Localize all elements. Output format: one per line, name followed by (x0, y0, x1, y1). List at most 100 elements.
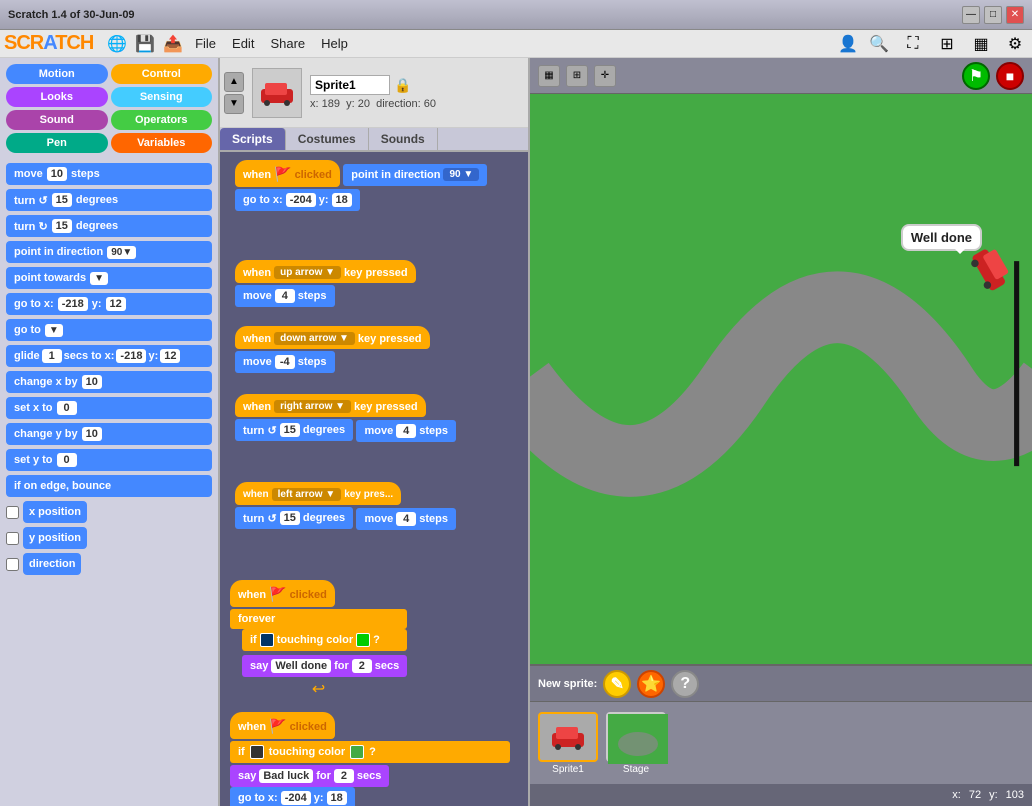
set-y-block[interactable]: set y to 0 (6, 449, 212, 471)
stop-button[interactable]: ■ (996, 62, 1024, 90)
point-direction-script-block[interactable]: point in direction 90 ▼ (343, 164, 487, 186)
block-list: move 10 steps turn ↺ 15 degrees turn ↻ 1… (0, 159, 218, 806)
sprite-nav-down[interactable]: ▼ (224, 94, 244, 114)
stage-sprite[interactable] (967, 249, 1017, 290)
say-block-2[interactable]: say Bad luck for 2 secs (230, 765, 389, 787)
search-icon[interactable]: 🔍 (866, 31, 892, 57)
direction-checkbox[interactable] (6, 558, 19, 571)
script-group-6: when 🚩 clicked forever if touching color… (230, 580, 407, 699)
turn-script-block-1[interactable]: turn ↺ 15 degrees (235, 419, 353, 441)
change-y-block[interactable]: change y by 10 (6, 423, 212, 445)
goto-xy-script-block-2[interactable]: go to x: -204 y: 18 (230, 787, 355, 806)
cat-operators-btn[interactable]: Operators (111, 110, 213, 130)
green-flag-button[interactable]: ⚑ (962, 62, 990, 90)
grid-icon[interactable]: ⊞ (934, 31, 960, 57)
layout-icon[interactable]: ▦ (968, 31, 994, 57)
tab-scripts[interactable]: Scripts (220, 128, 286, 150)
cat-pen-btn[interactable]: Pen (6, 133, 108, 153)
hat-block-4[interactable]: when right arrow ▼ key pressed (235, 394, 426, 417)
sprite-1-thumbnail (538, 712, 598, 762)
move-script-block-1[interactable]: move 4 steps (235, 285, 335, 307)
say-block-1[interactable]: say Well done for 2 secs (242, 655, 407, 677)
person-icon[interactable]: 👤 (838, 34, 858, 54)
set-x-block[interactable]: set x to 0 (6, 397, 212, 419)
bounce-block[interactable]: if on edge, bounce (6, 475, 212, 497)
cat-sound-btn[interactable]: Sound (6, 110, 108, 130)
new-sprite-surprise-btn[interactable]: ? (671, 670, 699, 698)
stage-medium-view-btn[interactable]: ⊞ (566, 65, 588, 87)
if-touching-color-block[interactable]: if touching color ? (242, 629, 407, 651)
globe-icon[interactable]: 🌐 (107, 34, 127, 54)
sprite-item-1[interactable]: Sprite1 (538, 712, 598, 775)
script-group-5: when left arrow ▼ key pres... turn ↺ 15 … (235, 482, 510, 532)
color-swatch-dark (260, 633, 274, 647)
stage-small-view-btn[interactable]: ▦ (538, 65, 560, 87)
close-button[interactable]: ✕ (1006, 6, 1024, 24)
hat-block-1[interactable]: when 🚩 clicked (235, 160, 340, 187)
menu-share[interactable]: Share (266, 34, 309, 53)
forever-block[interactable]: forever (230, 609, 407, 629)
minimize-button[interactable]: — (962, 6, 980, 24)
tab-costumes[interactable]: Costumes (286, 128, 369, 150)
stage-item[interactable]: Stage (606, 712, 666, 775)
maximize-button[interactable]: □ (984, 6, 1002, 24)
cat-control-btn[interactable]: Control (111, 64, 213, 84)
sprite-name-input[interactable] (310, 75, 390, 95)
point-towards-block[interactable]: point towards ▼ (6, 267, 212, 289)
lock-icon[interactable]: 🔒 (394, 77, 411, 94)
direction-block[interactable]: direction (23, 553, 81, 575)
cat-motion-btn[interactable]: Motion (6, 64, 108, 84)
stop-icon: ■ (1006, 68, 1014, 84)
sprite-x: 189 (322, 98, 340, 110)
y-position-checkbox[interactable] (6, 532, 19, 545)
stage-road-svg (530, 94, 1032, 664)
if-touching-color-block-2[interactable]: if touching color ? (230, 741, 510, 763)
settings-icon[interactable]: ⚙ (1002, 31, 1028, 57)
turn-cw-block[interactable]: turn ↻ 15 degrees (6, 215, 212, 237)
move-block[interactable]: move 10 steps (6, 163, 212, 185)
sprite-thumbnail (252, 68, 302, 118)
window-title: Scratch 1.4 of 30-Jun-09 (8, 9, 962, 21)
cat-looks-btn[interactable]: Looks (6, 87, 108, 107)
x-position-checkbox[interactable] (6, 506, 19, 519)
turn-script-block-2[interactable]: turn ↺ 15 degrees (235, 507, 353, 529)
goto-xy-script-block-1[interactable]: go to x: -204 y: 18 (235, 189, 360, 211)
color-swatch-3 (350, 745, 364, 759)
change-x-block[interactable]: change x by 10 (6, 371, 212, 393)
menu-edit[interactable]: Edit (228, 34, 258, 53)
new-sprite-paint-btn[interactable]: ✎ (603, 670, 631, 698)
sprite-direction: 60 (424, 98, 436, 110)
hat-block-3[interactable]: when down arrow ▼ key pressed (235, 326, 430, 349)
cat-variables-btn[interactable]: Variables (111, 133, 213, 153)
share-icon[interactable]: 📤 (163, 34, 183, 54)
menu-help[interactable]: Help (317, 34, 352, 53)
y-coord-label: y: (989, 789, 998, 801)
y-position-block[interactable]: y position (23, 527, 87, 549)
x-position-block[interactable]: x position (23, 501, 87, 523)
tab-sounds[interactable]: Sounds (369, 128, 438, 150)
y-position-checkbox-row: y position (6, 527, 212, 549)
point-direction-block[interactable]: point in direction 90▼ (6, 241, 212, 263)
fullscreen-icon[interactable]: ⛶ (900, 31, 926, 57)
hat-block-7[interactable]: when 🚩 clicked (230, 712, 335, 739)
move-script-block-4[interactable]: move 4 steps (356, 508, 456, 530)
turn-ccw-block[interactable]: turn ↺ 15 degrees (6, 189, 212, 211)
sprites-list: Sprite1 Stage (530, 702, 1032, 784)
stage-large-view-btn[interactable]: ✛ (594, 65, 616, 87)
move-script-block-2[interactable]: move -4 steps (235, 351, 335, 373)
hat-block-6[interactable]: when 🚩 clicked (230, 580, 335, 607)
tab-bar: Scripts Costumes Sounds (220, 128, 528, 152)
hat-block-2[interactable]: when up arrow ▼ key pressed (235, 260, 416, 283)
cat-sensing-btn[interactable]: Sensing (111, 87, 213, 107)
goto-block[interactable]: go to ▼ (6, 319, 212, 341)
glide-block[interactable]: glide 1 secs to x: -218 y: 12 (6, 345, 212, 367)
menu-file[interactable]: File (191, 34, 220, 53)
move-script-block-3[interactable]: move 4 steps (356, 420, 456, 442)
new-sprite-draw-btn[interactable]: ⭐ (637, 670, 665, 698)
save-icon[interactable]: 💾 (135, 34, 155, 54)
hat-block-5[interactable]: when left arrow ▼ key pres... (235, 482, 401, 505)
goto-xy-block[interactable]: go to x: -218 y: 12 (6, 293, 212, 315)
sprite-nav-up[interactable]: ▲ (224, 72, 244, 92)
stage-header: ▦ ⊞ ✛ ⚑ ■ (530, 58, 1032, 94)
x-coord-label: x: (952, 789, 961, 801)
